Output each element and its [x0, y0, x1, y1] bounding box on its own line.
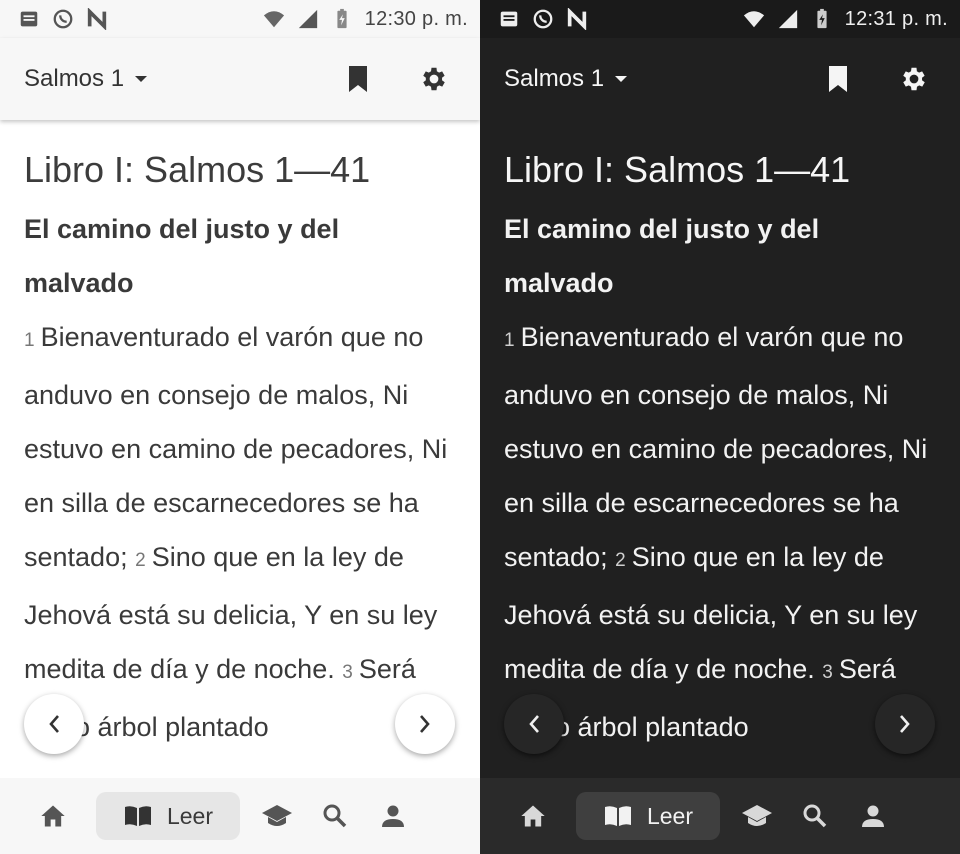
scripture-content: Libro I: Salmos 1—41 El camino del justo…: [0, 120, 480, 778]
nav-read[interactable]: Leer: [96, 792, 240, 840]
bottom-navigation: Leer: [0, 778, 480, 854]
bookmark-icon: [829, 66, 847, 92]
light-theme-screen: 12:30 p. m. Salmos 1 Libro I: Salmos 1—4…: [0, 0, 480, 854]
nav-profile[interactable]: [844, 792, 902, 840]
news-icon: [20, 11, 38, 27]
nav-read[interactable]: Leer: [576, 792, 720, 840]
bookmark-icon: [349, 66, 367, 92]
bookmark-button[interactable]: [342, 63, 374, 95]
app-bar: Salmos 1: [480, 38, 960, 120]
nav-read-label: Leer: [646, 802, 694, 829]
book-chapter-selector[interactable]: Salmos 1: [504, 65, 628, 93]
status-time: 12:30 p. m.: [364, 7, 468, 30]
verse-number: 1: [504, 330, 515, 351]
settings-button[interactable]: [418, 63, 450, 95]
news-icon: [500, 11, 518, 27]
verse-number: 3: [822, 662, 833, 683]
nav-home[interactable]: [504, 792, 562, 840]
nav-study[interactable]: [248, 792, 306, 840]
book-chapter-label: Salmos 1: [24, 65, 125, 92]
home-icon: [41, 805, 65, 827]
verse-content: Bienaventurado el varón que no anduvo en…: [504, 322, 928, 572]
verse-content: Bienaventurado el varón que no anduvo en…: [24, 322, 448, 572]
verse-number: 3: [342, 662, 353, 683]
book-chapter-selector[interactable]: Salmos 1: [24, 65, 148, 93]
person-icon: [382, 805, 404, 827]
n-app-icon: [567, 8, 587, 30]
n-app-icon: [87, 8, 107, 30]
book-open-icon: [124, 806, 151, 826]
wifi-icon: [263, 11, 284, 28]
home-icon: [521, 805, 545, 827]
status-time: 12:31 p. m.: [844, 7, 948, 30]
nav-study[interactable]: [728, 792, 786, 840]
section-heading: El camino del justo y del malvado: [24, 214, 340, 298]
nav-read-label: Leer: [166, 802, 214, 829]
nav-profile[interactable]: [364, 792, 422, 840]
settings-gear-icon: [423, 67, 445, 91]
book-chapter-label: Salmos 1: [504, 65, 605, 92]
person-icon: [862, 805, 884, 827]
verse-text: 1 Bienaventurado el varón que no anduvo e…: [504, 310, 936, 754]
chevron-right-icon: [420, 715, 430, 733]
school-icon: [742, 805, 772, 826]
bookmark-button[interactable]: [822, 63, 854, 95]
chevron-left-icon: [529, 715, 539, 733]
verse-number: 2: [135, 550, 146, 571]
verse-text: 1 Bienaventurado el varón que no anduvo e…: [24, 310, 456, 754]
dropdown-arrow-icon: [135, 76, 148, 82]
dark-theme-screen: 12:31 p. m. Salmos 1 Libro I: Salmos 1—4…: [480, 0, 960, 854]
school-icon: [262, 805, 292, 826]
nav-home[interactable]: [24, 792, 82, 840]
book-open-icon: [604, 806, 631, 826]
search-icon: [803, 804, 827, 828]
signal-icon: [778, 9, 797, 29]
nav-search[interactable]: [306, 792, 364, 840]
search-icon: [323, 804, 347, 828]
wifi-icon: [743, 11, 764, 28]
whatsapp-icon: [53, 9, 73, 29]
signal-icon: [298, 9, 317, 29]
settings-button[interactable]: [898, 63, 930, 95]
book-title: Libro I: Salmos 1—41: [24, 149, 371, 190]
previous-chapter-button[interactable]: [504, 694, 564, 754]
previous-chapter-button[interactable]: [24, 694, 84, 754]
chevron-left-icon: [49, 715, 59, 733]
app-bar: Salmos 1: [0, 38, 480, 120]
next-chapter-button[interactable]: [875, 694, 935, 754]
chevron-right-icon: [900, 715, 910, 733]
nav-search[interactable]: [786, 792, 844, 840]
whatsapp-icon: [533, 9, 553, 29]
next-chapter-button[interactable]: [395, 694, 455, 754]
status-bar: 12:31 p. m.: [480, 0, 960, 38]
book-title: Libro I: Salmos 1—41: [504, 149, 851, 190]
scripture-content: Libro I: Salmos 1—41 El camino del justo…: [480, 120, 960, 778]
status-bar: 12:30 p. m.: [0, 0, 480, 38]
settings-gear-icon: [903, 67, 925, 91]
verse-number: 2: [615, 550, 626, 571]
verse-number: 1: [24, 330, 35, 351]
section-heading: El camino del justo y del malvado: [504, 214, 820, 298]
bottom-navigation: Leer: [480, 778, 960, 854]
battery-icon: [337, 8, 347, 29]
battery-icon: [817, 8, 827, 29]
dropdown-arrow-icon: [615, 76, 628, 82]
